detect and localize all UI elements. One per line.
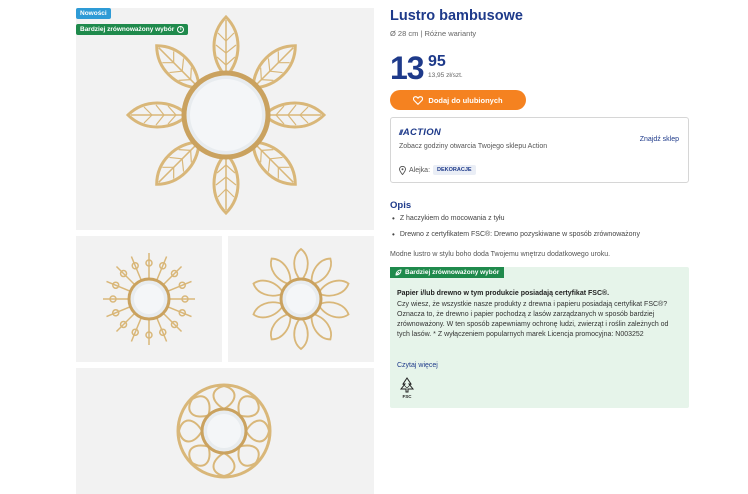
find-store-link[interactable]: Znajdź sklep xyxy=(640,136,679,143)
description-bullet-text: Z haczykiem do mocowania z tyłu xyxy=(399,215,505,222)
store-hours-text: Zobacz godziny otwarcia Twojego sklepu A… xyxy=(399,143,548,150)
action-logo-text: ACTION xyxy=(402,127,442,138)
sustainability-tag-label: Bardziej zrównoważony wybór xyxy=(405,269,500,276)
thumbnail-round-woven-mirror[interactable] xyxy=(76,368,374,494)
store-info-box: ///ACTION Zobacz godziny otwarcia Twojeg… xyxy=(390,117,689,183)
aisle-tag[interactable]: DEKORACJE xyxy=(433,165,476,175)
main-product-image[interactable] xyxy=(76,8,374,230)
sustainability-body: Czy wiesz, że wszystkie nasze produkty z… xyxy=(397,301,669,338)
description-bullet: • Z haczykiem do mocowania z tyłu xyxy=(392,215,504,223)
sustainable-badge: Bardziej zrównoważony wybór i xyxy=(76,24,189,35)
bullet-dot: • xyxy=(392,214,395,223)
sustainability-tag: Bardziej zrównoważony wybór xyxy=(390,267,505,278)
flower-mirror-illustration xyxy=(126,14,326,215)
description-text: Modne lustro w stylu boho doda Twojemu w… xyxy=(390,251,611,258)
read-more-link[interactable]: Czytaj więcej xyxy=(397,362,438,369)
round-woven-mirror-illustration xyxy=(176,383,272,479)
thumbnail-sunburst-mirror[interactable] xyxy=(76,236,222,362)
price-unit: 13,95 zł/szt. xyxy=(428,72,463,79)
add-to-favorites-label: Dodaj do ulubionych xyxy=(428,95,503,105)
price-decimal: 95 xyxy=(428,53,446,70)
product-title: Lustro bambusowe xyxy=(390,8,523,24)
sustainability-heading: Papier i/lub drewno w tym produkcie posi… xyxy=(397,290,610,297)
aisle-info: Alejka: DEKORACJE xyxy=(399,165,476,175)
fsc-tree-icon: FSC xyxy=(399,377,415,399)
aisle-label: Alejka: xyxy=(409,166,431,174)
location-pin-icon xyxy=(399,165,406,175)
description-title: Opis xyxy=(390,200,412,211)
thumbnail-flower-mirror[interactable] xyxy=(228,236,374,362)
heart-icon xyxy=(413,95,424,105)
sustainable-badge-label: Bardziej zrównoważony wybór xyxy=(80,26,175,33)
action-logo: ///ACTION xyxy=(399,127,441,138)
sunburst-mirror-illustration xyxy=(102,253,196,346)
description-bullet: • Drewno z certyfikatem FSC®: Drewno poz… xyxy=(392,231,640,239)
description-bullet-text: Drewno z certyfikatem FSC®: Drewno pozys… xyxy=(399,231,640,238)
flower-outline-mirror-illustration xyxy=(250,247,352,350)
add-to-favorites-button[interactable]: Dodaj do ulubionych xyxy=(390,90,526,110)
product-subtitle: Ø 28 cm | Różne warianty xyxy=(390,29,477,38)
price-integer: 13 xyxy=(390,50,425,86)
leaf-icon xyxy=(395,269,402,276)
new-badge: Nowości xyxy=(76,8,111,19)
bullet-dot: • xyxy=(392,230,395,239)
fsc-label: FSC xyxy=(403,394,413,399)
info-icon[interactable]: i xyxy=(177,26,185,33)
action-logo-stripes: /// xyxy=(399,130,403,137)
sustainability-panel: Bardziej zrównoważony wybór Papier i/lub… xyxy=(390,267,689,408)
